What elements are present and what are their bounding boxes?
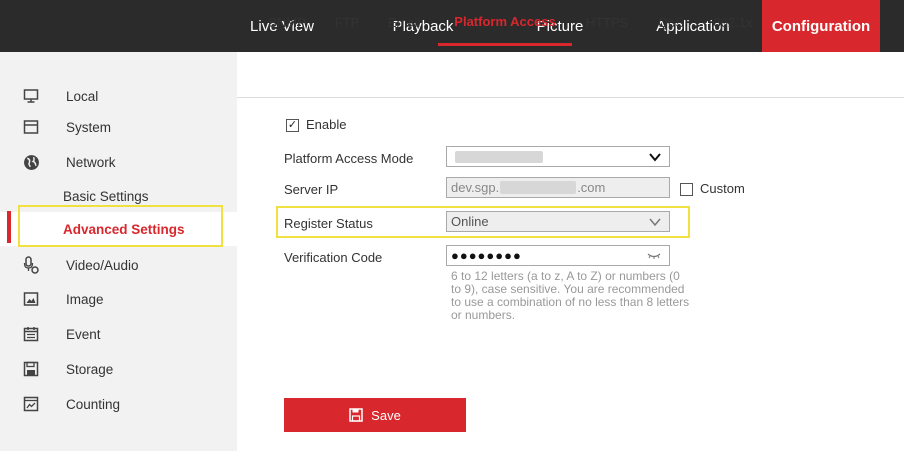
- enable-checkbox[interactable]: ✓: [286, 119, 299, 132]
- enable-label: Enable: [306, 117, 347, 132]
- redacted-value: [455, 151, 543, 163]
- verification-code-value: ●●●●●●●●: [451, 248, 522, 263]
- tab-snmp[interactable]: SNMP: [262, 0, 312, 45]
- sidebar-item-counting[interactable]: Counting: [0, 387, 237, 421]
- sidebar-item-network[interactable]: Network: [0, 145, 237, 179]
- sidebar-item-event[interactable]: Event: [0, 317, 237, 351]
- verification-code-help-text: 6 to 12 letters (a to z, A to Z) or numb…: [451, 269, 690, 322]
- tab-ftp[interactable]: FTP: [327, 0, 367, 45]
- sidebar-item-label: System: [66, 119, 112, 135]
- sidebar-item-label: Basic Settings: [63, 188, 149, 204]
- tab-qos[interactable]: QoS: [651, 0, 691, 45]
- custom-checkbox[interactable]: [680, 183, 693, 196]
- selected-indicator: [7, 211, 11, 243]
- redacted-value: [500, 181, 577, 194]
- system-icon: [22, 118, 40, 136]
- custom-label: Custom: [700, 181, 745, 196]
- counting-icon: [22, 395, 40, 413]
- server-ip-input[interactable]: dev.sgp. .com: [446, 177, 670, 198]
- sidebar-item-label: Counting: [66, 396, 121, 412]
- config-tabs: [237, 52, 904, 98]
- sidebar-item-label: Network: [66, 154, 116, 170]
- save-label: Save: [371, 407, 401, 423]
- image-icon: [22, 290, 40, 308]
- verification-code-label: Verification Code: [284, 250, 383, 265]
- sidebar-item-image[interactable]: Image: [0, 282, 237, 316]
- sidebar-item-video-audio[interactable]: Video/Audio: [0, 248, 237, 282]
- sidebar-item-local[interactable]: Local: [0, 79, 237, 113]
- tab-email[interactable]: Email: [379, 0, 429, 45]
- tab-8021x[interactable]: 802.1x: [708, 0, 758, 45]
- sidebar-item-label: Local: [66, 88, 99, 104]
- storage-icon: [22, 360, 40, 378]
- globe-icon: [22, 153, 40, 171]
- monitor-icon: [22, 87, 40, 105]
- server-ip-suffix: .com: [577, 180, 606, 195]
- sidebar-item-label: Image: [66, 291, 104, 307]
- tab-platform-access[interactable]: Platform Access: [438, 0, 572, 46]
- sidebar-item-label: Event: [66, 326, 101, 342]
- verification-code-input[interactable]: ●●●●●●●●: [446, 245, 670, 266]
- microphone-camera-icon: [22, 256, 40, 274]
- server-ip-label: Server IP: [284, 182, 339, 197]
- sidebar-item-label: Video/Audio: [66, 257, 139, 273]
- nav-configuration[interactable]: Configuration: [762, 0, 880, 52]
- eye-closed-icon[interactable]: [647, 251, 661, 261]
- server-ip-prefix: dev.sgp.: [451, 180, 500, 195]
- platform-access-mode-label: Platform Access Mode: [284, 151, 414, 166]
- sidebar-item-label: Storage: [66, 361, 114, 377]
- highlight-box-register-status: [276, 206, 690, 238]
- platform-access-mode-select[interactable]: [446, 146, 670, 167]
- save-button[interactable]: Save: [284, 398, 466, 432]
- sidebar-item-storage[interactable]: Storage: [0, 352, 237, 386]
- tab-https[interactable]: HTTPS: [577, 0, 637, 45]
- highlight-box-advanced-settings: [18, 205, 223, 247]
- calendar-icon: [22, 325, 40, 343]
- sidebar-item-system[interactable]: System: [0, 110, 237, 144]
- chevron-down-icon: [649, 153, 661, 162]
- save-icon: [349, 408, 363, 422]
